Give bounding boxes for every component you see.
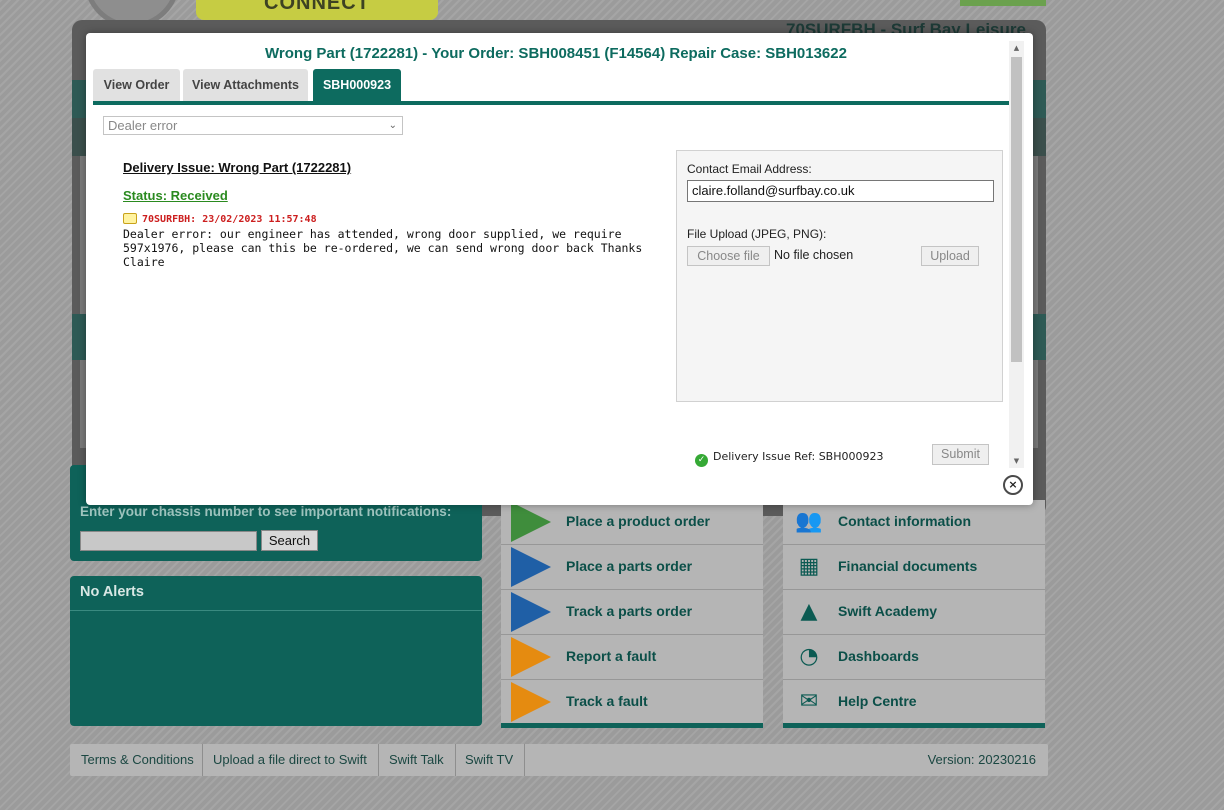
menu-item-contact-information[interactable]: 👥 Contact information (783, 500, 1045, 545)
email-field[interactable]: claire.folland@surfbay.co.uk (687, 180, 994, 202)
choose-file-button[interactable]: Choose file (687, 246, 770, 266)
menu-label: Help Centre (838, 693, 917, 709)
menu-label: Swift Academy (838, 603, 938, 619)
tab-view-attachments[interactable]: View Attachments (183, 69, 308, 101)
top-right-bar (960, 0, 1046, 6)
comment-body: Dealer error: our engineer has attended,… (123, 227, 643, 269)
report-fault-icon (511, 637, 551, 677)
email-label: Contact Email Address: (687, 162, 812, 176)
menu-label: Report a fault (566, 648, 657, 664)
tab-view-order[interactable]: View Order (93, 69, 180, 101)
reason-select[interactable]: Dealer error ⌄ (103, 116, 403, 135)
comment-header: 70SURFBH: 23/02/2023 11:57:48 (123, 213, 317, 225)
alerts-panel: No Alerts (70, 576, 482, 726)
menu-label: Place a parts order (566, 558, 693, 574)
footer: Terms & Conditions Upload a file direct … (70, 744, 1048, 776)
modal-title: Wrong Part (1722281) - Your Order: SBH00… (265, 45, 847, 62)
tab-sbh000923[interactable]: SBH000923 (313, 69, 401, 101)
menu-label: Track a parts order (566, 603, 693, 619)
scroll-thumb[interactable] (1011, 57, 1022, 362)
menu-item-financial-documents[interactable]: ▦ Financial documents (783, 545, 1045, 590)
upload-panel: Contact Email Address: claire.folland@su… (676, 150, 1003, 402)
alerts-title: No Alerts (80, 584, 144, 600)
menu-label: Contact information (838, 513, 971, 529)
menu-label: Dashboards (838, 648, 919, 664)
menu-right: 👥 Contact information ▦ Financial docume… (783, 500, 1045, 728)
upload-button[interactable]: Upload (921, 246, 979, 266)
close-icon[interactable]: × (1003, 475, 1023, 495)
menu-item-product-order[interactable]: Place a product order (501, 500, 763, 545)
parts-order-icon (511, 547, 551, 587)
menu-item-parts-order[interactable]: Place a parts order (501, 545, 763, 590)
product-order-icon (511, 502, 551, 542)
footer-link-upload[interactable]: Upload a file direct to Swift (213, 752, 367, 767)
chassis-search-button[interactable]: Search (261, 530, 318, 551)
modal-tabs: View Order View Attachments SBH000923 (93, 69, 1009, 105)
file-upload-label: File Upload (JPEG, PNG): (687, 227, 827, 241)
track-fault-icon (511, 682, 551, 722)
brand-logo-connect: CONNECT (196, 0, 438, 20)
menu-item-track-parts[interactable]: Track a parts order (501, 590, 763, 635)
comment-author-date: 70SURFBH: 23/02/2023 11:57:48 (142, 214, 317, 225)
check-circle-icon: ✓ (695, 454, 708, 467)
delivery-issue-modal: Wrong Part (1722281) - Your Order: SBH00… (86, 33, 1033, 505)
help-icon: ✉ (799, 689, 819, 714)
menu-label: Place a product order (566, 513, 710, 529)
scroll-up-arrow[interactable]: ▲ (1009, 41, 1024, 55)
issue-status: Status: Received (123, 188, 228, 203)
ref-text: Delivery Issue Ref: SBH000923 (713, 450, 884, 463)
menu-item-swift-academy[interactable]: ▲ Swift Academy (783, 590, 1045, 635)
dashboard-icon: ◔ (799, 644, 819, 669)
delivery-issue-ref: ✓ Delivery Issue Ref: SBH000923 (695, 450, 884, 467)
menu-item-help-centre[interactable]: ✉ Help Centre (783, 680, 1045, 725)
menu-label: Financial documents (838, 558, 978, 574)
footer-link-terms[interactable]: Terms & Conditions (81, 752, 194, 767)
footer-link-swift-tv[interactable]: Swift TV (465, 752, 513, 767)
contacts-icon: 👥 (795, 509, 823, 534)
speech-bubble-icon (123, 213, 137, 224)
no-file-text: No file chosen (774, 248, 854, 262)
alerts-divider (70, 610, 482, 611)
footer-link-swift-talk[interactable]: Swift Talk (389, 752, 444, 767)
menu-item-report-fault[interactable]: Report a fault (501, 635, 763, 680)
reason-select-value: Dealer error (108, 118, 178, 133)
issue-title: Delivery Issue: Wrong Part (1722281) (123, 160, 352, 175)
scroll-down-arrow[interactable]: ▼ (1009, 454, 1024, 468)
calculator-icon: ▦ (798, 554, 820, 579)
menu-left: Place a product order Place a parts orde… (501, 500, 763, 728)
footer-divider (455, 744, 456, 776)
chassis-hint: Enter your chassis number to see importa… (80, 504, 452, 519)
footer-divider (524, 744, 525, 776)
chevron-down-icon: ⌄ (388, 120, 397, 131)
academy-icon: ▲ (800, 599, 818, 624)
track-parts-icon (511, 592, 551, 632)
menu-label: Track a fault (566, 693, 648, 709)
menu-item-dashboards[interactable]: ◔ Dashboards (783, 635, 1045, 680)
footer-divider (378, 744, 379, 776)
submit-button[interactable]: Submit (932, 444, 989, 465)
chassis-input[interactable] (80, 531, 257, 551)
menu-item-track-fault[interactable]: Track a fault (501, 680, 763, 725)
footer-version: Version: 20230216 (927, 752, 1036, 767)
modal-scrollbar[interactable]: ▲ ▼ (1009, 41, 1024, 468)
footer-divider (202, 744, 203, 776)
